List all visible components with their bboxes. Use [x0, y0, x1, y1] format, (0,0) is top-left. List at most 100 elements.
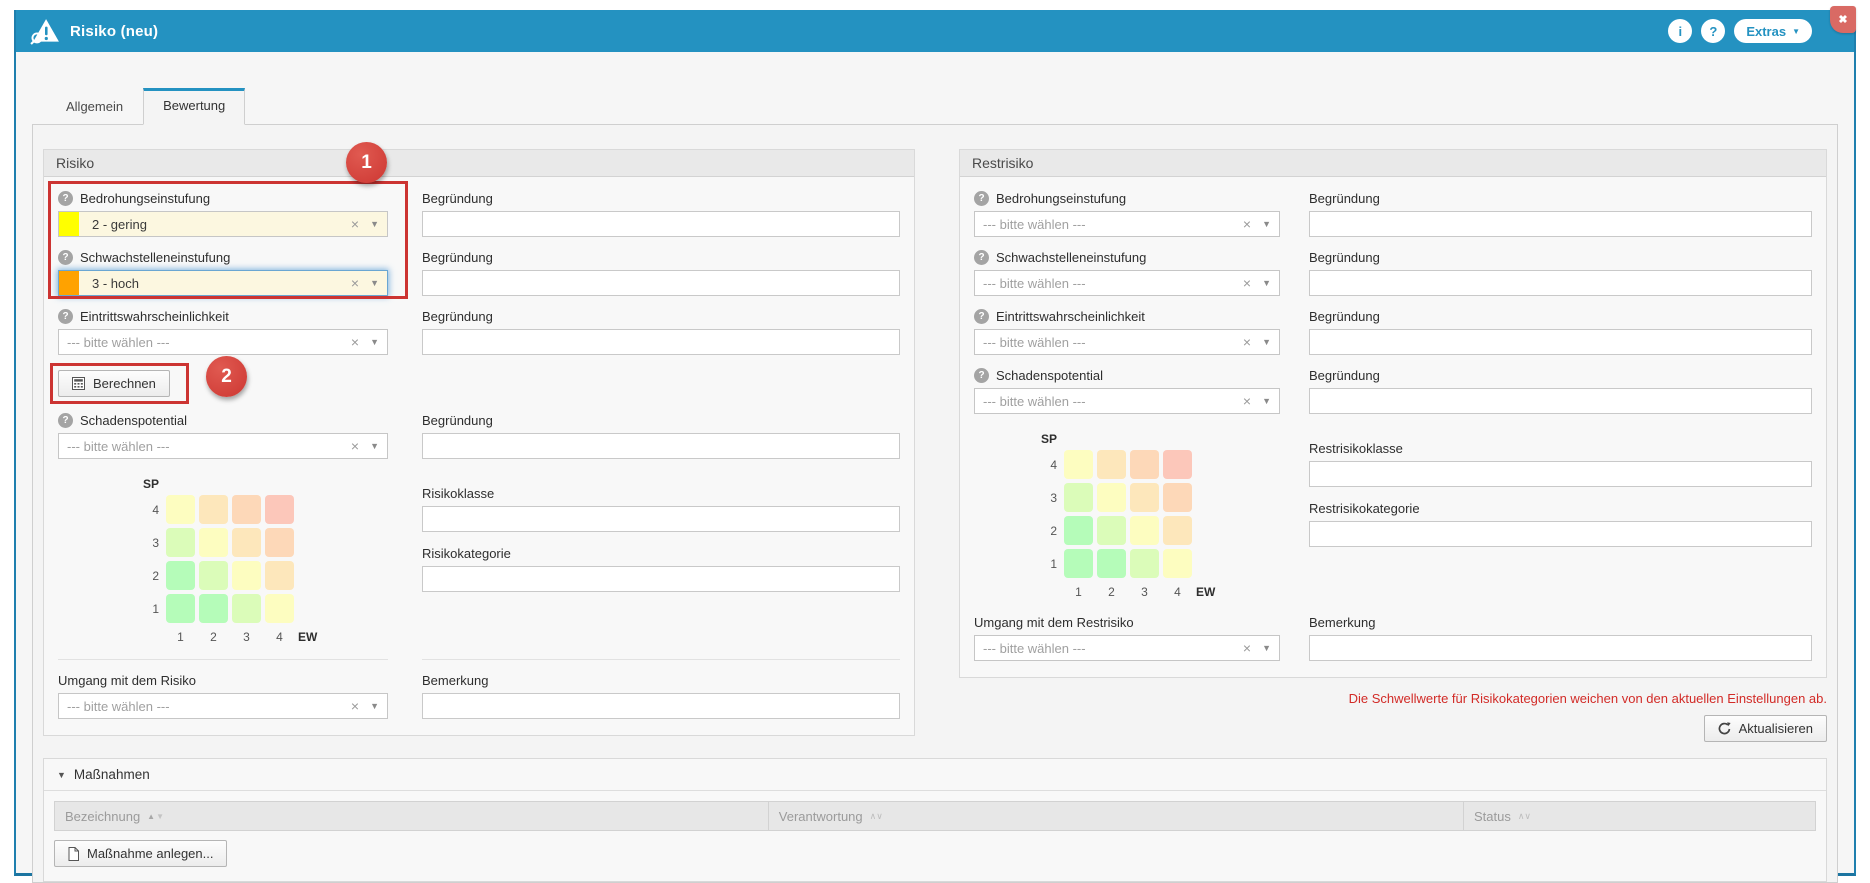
help-icon[interactable]: ?	[974, 250, 989, 265]
rest-begruendung-schwachstellen-input[interactable]	[1309, 270, 1812, 296]
matrix-row-label: 1	[1050, 557, 1060, 571]
rest-schaden-select[interactable]: --- bitte wählen --- × ▼	[974, 388, 1280, 414]
matrix-col-label: 4	[1174, 585, 1181, 599]
help-icon[interactable]: ?	[58, 191, 73, 206]
risk-matrix: SP43211234EW	[140, 473, 388, 647]
collapse-icon: ▼	[57, 770, 66, 780]
calculator-icon	[72, 377, 85, 390]
matrix-cell	[1064, 549, 1093, 578]
chevron-down-icon[interactable]: ▼	[1262, 278, 1271, 288]
chevron-down-icon[interactable]: ▼	[370, 219, 379, 229]
close-button[interactable]: ✖	[1830, 6, 1856, 33]
rest-schwachstellen-select[interactable]: --- bitte wählen --- × ▼	[974, 270, 1280, 296]
risikoklasse-input[interactable]	[422, 506, 900, 532]
column-header-bezeichnung[interactable]: Bezeichnung ▲▼	[55, 802, 768, 830]
massnahmen-collapse-header[interactable]: ▼ Maßnahmen	[44, 759, 1826, 791]
clear-icon[interactable]: ×	[351, 698, 359, 714]
clear-icon[interactable]: ×	[1243, 275, 1251, 291]
chevron-down-icon[interactable]: ▼	[370, 441, 379, 451]
help-icon[interactable]: ?	[974, 368, 989, 383]
rest-begruendung-bedrohung-input[interactable]	[1309, 211, 1812, 237]
matrix-cell	[232, 528, 261, 557]
help-icon[interactable]: ?	[58, 413, 73, 428]
rest-umgang-select[interactable]: --- bitte wählen --- × ▼	[974, 635, 1280, 661]
threshold-warning-text: Die Schwellwerte für Risikokategorien we…	[959, 691, 1827, 706]
matrix-cell	[265, 528, 294, 557]
rest-bemerkung-input[interactable]	[1309, 635, 1812, 661]
massnahme-anlegen-button[interactable]: Maßnahme anlegen...	[54, 840, 227, 867]
begruendung-eintritt-input[interactable]	[422, 329, 900, 355]
chevron-down-icon: ▼	[1792, 27, 1800, 36]
help-button[interactable]: ?	[1701, 19, 1725, 43]
restrisikokategorie-label: Restrisikokategorie	[1309, 501, 1420, 516]
bemerkung-label: Bemerkung	[422, 673, 488, 688]
column-header-status[interactable]: Status ∧∨	[1463, 802, 1815, 830]
matrix-cell	[265, 495, 294, 524]
help-icon[interactable]: ?	[974, 191, 989, 206]
bemerkung-input[interactable]	[422, 693, 900, 719]
restrisikokategorie-input[interactable]	[1309, 521, 1812, 547]
risikokategorie-input[interactable]	[422, 566, 900, 592]
begruendung-schwachstellen-input[interactable]	[422, 270, 900, 296]
schwachstellen-select[interactable]: 3 - hoch × ▼	[58, 270, 388, 296]
matrix-col-label: 3	[1141, 585, 1148, 599]
begruendung-bedrohung-input[interactable]	[422, 211, 900, 237]
rest-bedrohung-select[interactable]: --- bitte wählen --- × ▼	[974, 211, 1280, 237]
rest-begruendung-schaden-input[interactable]	[1309, 388, 1812, 414]
matrix-col-label: 1	[1075, 585, 1082, 599]
help-icon[interactable]: ?	[58, 250, 73, 265]
chevron-down-icon[interactable]: ▼	[370, 701, 379, 711]
sort-icon: ∧∨	[1518, 811, 1531, 822]
annotation-rect-2: Berechnen	[50, 363, 189, 404]
schwachstellen-label: Schwachstelleneinstufung	[80, 250, 230, 265]
aktualisieren-button[interactable]: Aktualisieren	[1704, 715, 1827, 742]
chevron-down-icon[interactable]: ▼	[1262, 219, 1271, 229]
chevron-down-icon[interactable]: ▼	[370, 337, 379, 347]
info-button[interactable]: i	[1668, 19, 1692, 43]
clear-icon[interactable]: ×	[1243, 393, 1251, 409]
begruendung-schaden-input[interactable]	[422, 433, 900, 459]
umgang-select[interactable]: --- bitte wählen --- × ▼	[58, 693, 388, 719]
chevron-down-icon[interactable]: ▼	[1262, 396, 1271, 406]
matrix-row-label: 4	[152, 503, 162, 517]
chevron-down-icon[interactable]: ▼	[1262, 337, 1271, 347]
clear-icon[interactable]: ×	[1243, 640, 1251, 656]
begruendung-label: Begründung	[1309, 368, 1380, 383]
tab-bewertung[interactable]: Bewertung	[143, 88, 245, 125]
sort-icon: ▲▼	[147, 812, 165, 821]
eintritt-select[interactable]: --- bitte wählen --- × ▼	[58, 329, 388, 355]
bedrohung-label: Bedrohungseinstufung	[80, 191, 210, 206]
matrix-cell	[265, 561, 294, 590]
chevron-down-icon[interactable]: ▼	[1262, 643, 1271, 653]
rest-bemerkung-label: Bemerkung	[1309, 615, 1375, 630]
matrix-cell	[1130, 450, 1159, 479]
risk-logo-icon	[30, 18, 60, 45]
help-icon[interactable]: ?	[58, 309, 73, 324]
matrix-col-label: 4	[276, 630, 283, 644]
rest-eintritt-select[interactable]: --- bitte wählen --- × ▼	[974, 329, 1280, 355]
clear-icon[interactable]: ×	[351, 438, 359, 454]
begruendung-label: Begründung	[1309, 191, 1380, 206]
matrix-col-label: 2	[1108, 585, 1115, 599]
tab-bar: Allgemein Bewertung	[46, 88, 1838, 124]
bedrohung-select[interactable]: 2 - gering × ▼	[58, 211, 388, 237]
clear-icon[interactable]: ×	[351, 216, 359, 232]
chevron-down-icon[interactable]: ▼	[370, 278, 379, 288]
tab-allgemein[interactable]: Allgemein	[46, 88, 143, 124]
schaden-select[interactable]: --- bitte wählen --- × ▼	[58, 433, 388, 459]
begruendung-label: Begründung	[422, 309, 493, 324]
column-header-verantwortung[interactable]: Verantwortung ∧∨	[768, 802, 1463, 830]
extras-menu-button[interactable]: Extras ▼	[1734, 19, 1812, 43]
matrix-cell	[199, 561, 228, 590]
restrisikoklasse-input[interactable]	[1309, 461, 1812, 487]
help-icon[interactable]: ?	[974, 309, 989, 324]
clear-icon[interactable]: ×	[1243, 216, 1251, 232]
matrix-col-label: 2	[210, 630, 217, 644]
schaden-label: Schadenspotential	[80, 413, 187, 428]
rest-begruendung-eintritt-input[interactable]	[1309, 329, 1812, 355]
rest-bedrohung-label: Bedrohungseinstufung	[996, 191, 1126, 206]
berechnen-button[interactable]: Berechnen	[58, 370, 170, 397]
clear-icon[interactable]: ×	[351, 334, 359, 350]
clear-icon[interactable]: ×	[351, 275, 359, 291]
clear-icon[interactable]: ×	[1243, 334, 1251, 350]
